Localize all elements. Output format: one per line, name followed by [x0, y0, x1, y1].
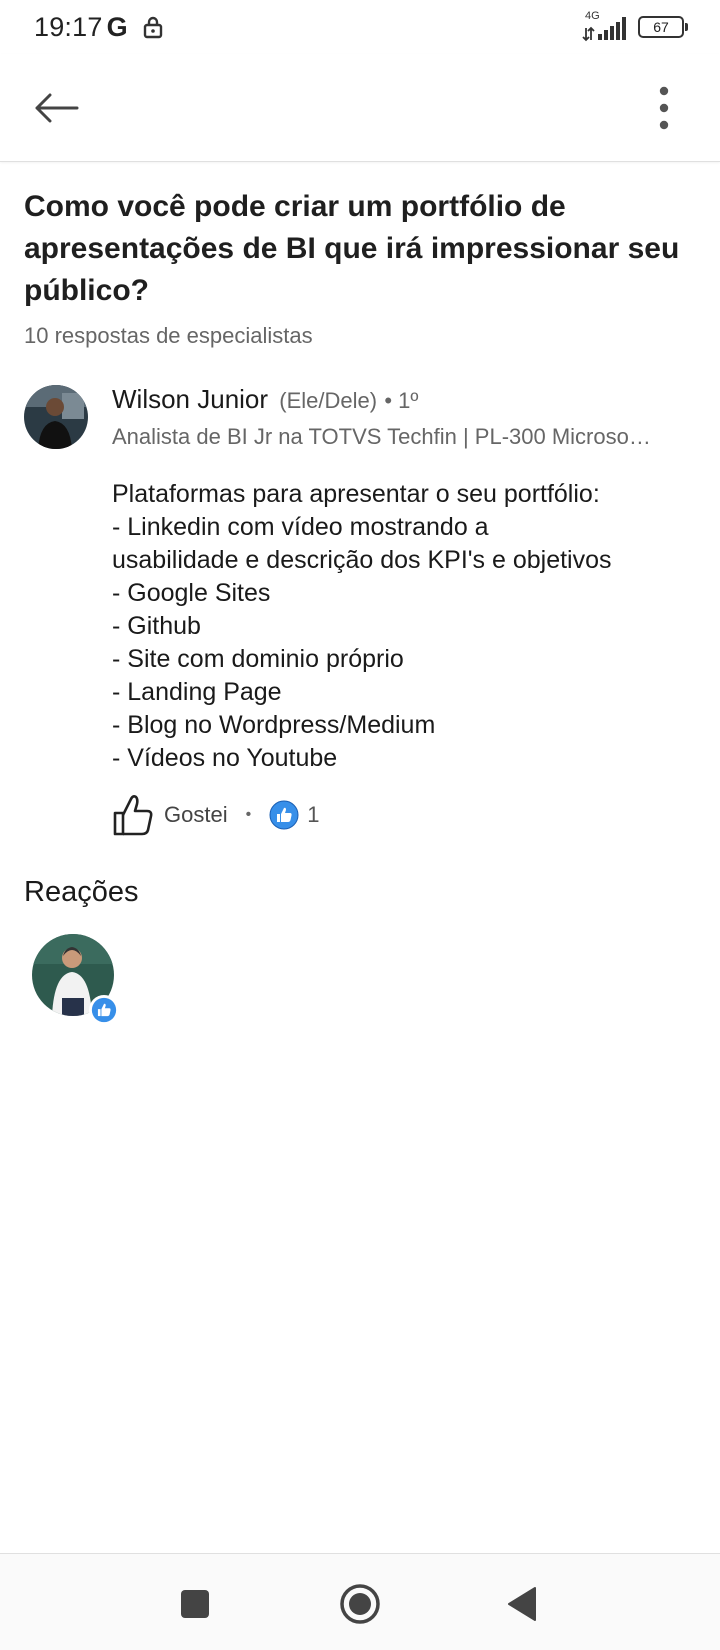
answers-count[interactable]: 10 respostas de especialistas [24, 323, 313, 349]
arrow-left-icon [35, 93, 79, 123]
author-headline: Analista de BI Jr na TOTVS Techfin | PL-… [112, 424, 652, 449]
square-icon [181, 1590, 209, 1618]
status-bar: 19:17 G 4G 67 [0, 0, 720, 54]
answer-line: - Google Sites [112, 579, 271, 607]
like-badge-icon [89, 995, 119, 1025]
signal-icon: 4G [582, 10, 630, 42]
back-nav-button[interactable] [494, 1576, 550, 1632]
more-options-button[interactable] [634, 78, 694, 138]
answer-body: Plataformas para apresentar o seu portfó… [112, 478, 702, 775]
connection-degree: • 1º [384, 388, 419, 413]
author-name[interactable]: Wilson Junior [112, 384, 268, 414]
answer-line: - Site com dominio próprio [112, 645, 404, 673]
home-button[interactable] [332, 1576, 388, 1632]
back-button[interactable] [26, 78, 86, 138]
reactions-title: Reações [24, 876, 139, 908]
like-reaction-icon [269, 800, 299, 830]
author-pronoun: (Ele/Dele) [279, 388, 378, 413]
answer-line: usabilidade e descrição dos KPI's e obje… [112, 546, 612, 574]
author-line: Wilson Junior (Ele/Dele) • 1º [112, 384, 418, 415]
system-nav-bar [0, 1553, 720, 1650]
separator-dot: • [245, 806, 252, 823]
author-avatar[interactable] [24, 385, 88, 449]
question-title: Como você pode criar um portfólio de apr… [24, 190, 680, 307]
like-button[interactable]: Gostei [112, 793, 228, 837]
triangle-back-icon [508, 1587, 536, 1621]
status-time: 19:17 [34, 11, 103, 42]
answer-actions: Gostei • 1 [112, 790, 319, 840]
reaction-count: 1 [307, 802, 320, 827]
reaction-summary[interactable]: 1 [269, 800, 319, 830]
answer-line: - Blog no Wordpress/Medium [112, 711, 436, 739]
home-circle-icon [340, 1584, 380, 1624]
battery-level: 67 [653, 19, 669, 35]
answer-line: - Linkedin com vídeo mostrando a [112, 513, 489, 541]
more-vertical-icon [659, 86, 669, 130]
answer-line: Plataformas para apresentar o seu portfó… [112, 480, 600, 508]
battery-icon: 67 [638, 16, 688, 38]
answer-line: - Landing Page [112, 678, 282, 706]
lock-icon [143, 16, 162, 39]
thumbs-up-outline-icon [113, 795, 153, 836]
like-label: Gostei [164, 802, 228, 827]
answer-line: - Vídeos no Youtube [112, 744, 338, 772]
recents-button[interactable] [167, 1576, 223, 1632]
app-bar [0, 54, 720, 162]
google-g-icon: G [106, 11, 128, 42]
answer-line: - Github [112, 612, 201, 640]
